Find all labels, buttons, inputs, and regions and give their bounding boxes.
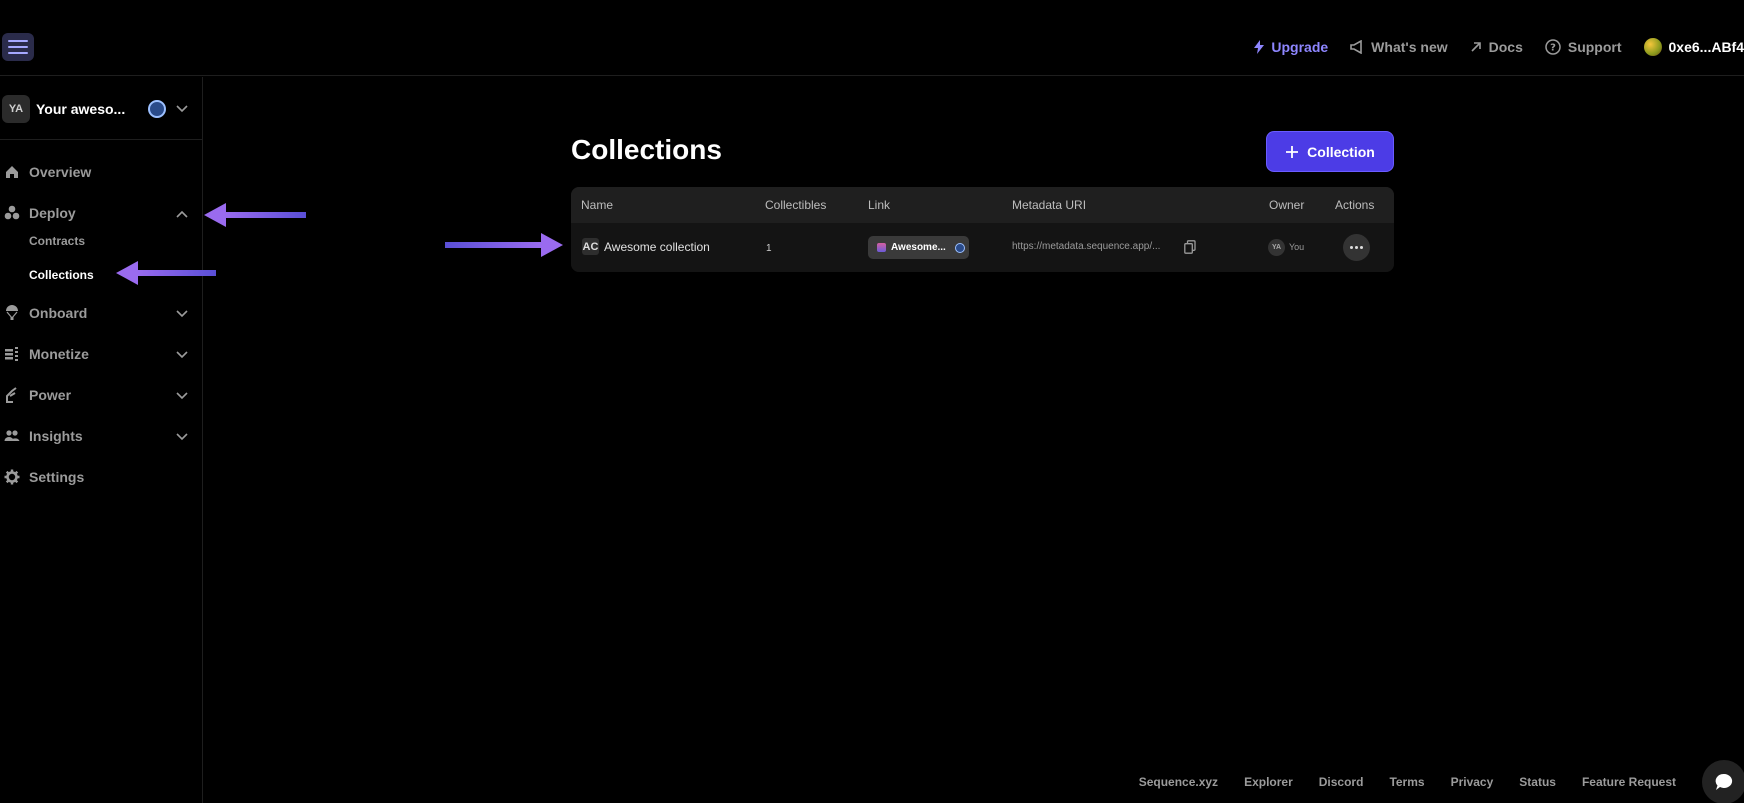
monetize-icon xyxy=(5,347,18,361)
chevron-down-icon xyxy=(176,433,188,441)
top-bar: Upgrade What's new Docs ? Support 0xe6..… xyxy=(0,0,1744,76)
whats-new-link[interactable]: What's new xyxy=(1350,39,1448,55)
chat-button[interactable] xyxy=(1702,760,1744,803)
annotation-arrow-row xyxy=(445,233,563,257)
collection-name[interactable]: Awesome collection xyxy=(604,240,710,254)
column-header-owner: Owner xyxy=(1269,198,1305,212)
add-collection-button[interactable]: Collection xyxy=(1266,131,1394,172)
owner-name: You xyxy=(1289,242,1305,252)
sidebar-item-onboard[interactable]: Onboard xyxy=(0,302,203,324)
wallet-button[interactable]: 0xe6...ABf4 xyxy=(1643,38,1744,56)
sidebar-subitem-collections[interactable]: Collections xyxy=(29,268,94,282)
table-row[interactable]: AC Awesome collection 1 Awesome... https… xyxy=(571,223,1394,272)
support-link[interactable]: ? Support xyxy=(1545,39,1622,55)
collectibles-count: 1 xyxy=(766,243,772,254)
plus-icon xyxy=(1286,145,1299,158)
chevron-down-icon xyxy=(176,392,188,400)
column-header-collectibles: Collectibles xyxy=(765,198,827,212)
column-header-metadata-uri: Metadata URI xyxy=(1012,198,1087,212)
sidebar-subitem-contracts[interactable]: Contracts xyxy=(29,234,85,248)
sidebar-item-insights[interactable]: Insights xyxy=(0,425,203,447)
chevron-down-icon xyxy=(176,310,188,318)
wallet-avatar xyxy=(1643,38,1662,56)
chevron-up-icon xyxy=(176,210,188,218)
footer-link-feature-request[interactable]: Feature Request xyxy=(1582,775,1676,789)
footer-link-sequence[interactable]: Sequence.xyz xyxy=(1139,775,1218,789)
help-circle-icon: ? xyxy=(1545,39,1561,55)
power-icon xyxy=(6,387,17,403)
upgrade-link[interactable]: Upgrade xyxy=(1254,39,1328,55)
project-name: Your aweso... xyxy=(36,101,126,117)
svg-text:?: ? xyxy=(1550,43,1556,54)
network-icon xyxy=(954,242,965,253)
chevron-down-icon xyxy=(176,105,188,113)
project-switcher[interactable]: YA Your aweso... xyxy=(0,93,203,125)
sidebar-divider xyxy=(0,139,203,140)
docs-link[interactable]: Docs xyxy=(1470,39,1523,55)
sidebar-item-settings[interactable]: Settings xyxy=(0,466,203,488)
arrow-up-right-icon xyxy=(1471,42,1481,52)
column-header-actions: Actions xyxy=(1335,198,1375,212)
page-title: Collections xyxy=(571,134,722,165)
sidebar-item-power[interactable]: Power xyxy=(0,384,203,406)
footer-link-discord[interactable]: Discord xyxy=(1319,775,1364,789)
collection-avatar: AC xyxy=(582,238,599,255)
top-nav: Upgrade What's new Docs ? Support 0xe6..… xyxy=(1254,37,1744,57)
annotation-arrow-collections xyxy=(116,261,216,285)
row-actions-button[interactable] xyxy=(1343,234,1370,261)
footer-link-status[interactable]: Status xyxy=(1519,775,1556,789)
collections-table: Name Collectibles Link Metadata URI Owne… xyxy=(571,187,1394,272)
megaphone-icon xyxy=(1350,40,1362,54)
lightning-icon xyxy=(1254,40,1265,54)
footer-links: Sequence.xyz Explorer Discord Terms Priv… xyxy=(1139,775,1676,789)
deploy-icon xyxy=(4,205,20,220)
footer-link-explorer[interactable]: Explorer xyxy=(1244,775,1293,789)
home-icon xyxy=(6,166,18,178)
collection-thumbnail-icon xyxy=(877,243,886,252)
chevron-down-icon xyxy=(176,351,188,359)
metadata-uri: https://metadata.sequence.app/... xyxy=(1012,241,1161,252)
insights-icon xyxy=(4,430,20,441)
sidebar: YA Your aweso... Overview Deploy Contrac… xyxy=(0,77,203,803)
sidebar-item-monetize[interactable]: Monetize xyxy=(0,343,203,365)
sidebar-item-overview[interactable]: Overview xyxy=(0,161,203,183)
network-icon xyxy=(148,100,166,118)
owner-avatar: YA xyxy=(1268,239,1285,256)
chat-bubble-icon xyxy=(1715,773,1733,790)
footer-link-terms[interactable]: Terms xyxy=(1389,775,1424,789)
gear-icon xyxy=(4,469,20,485)
sidebar-item-deploy[interactable]: Deploy xyxy=(0,202,203,224)
footer-link-privacy[interactable]: Privacy xyxy=(1451,775,1494,789)
onboard-icon xyxy=(6,305,18,320)
collection-link-chip[interactable]: Awesome... xyxy=(868,236,969,259)
column-header-name: Name xyxy=(581,198,614,212)
annotation-arrow-deploy xyxy=(204,203,306,227)
copy-icon[interactable] xyxy=(1184,240,1196,254)
menu-toggle-button[interactable] xyxy=(2,33,34,61)
table-header: Name Collectibles Link Metadata URI Owne… xyxy=(571,187,1394,223)
project-avatar: YA xyxy=(2,95,30,123)
column-header-link: Link xyxy=(868,198,891,212)
